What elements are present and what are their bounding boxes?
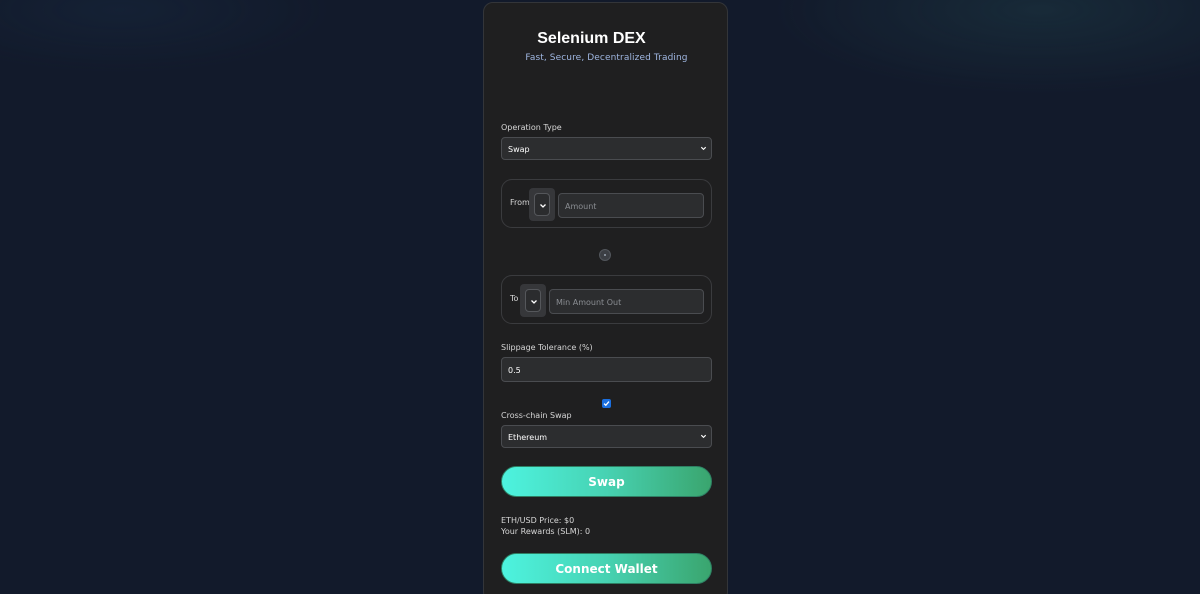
connect-wallet-button[interactable]: Connect Wallet bbox=[501, 553, 712, 584]
chevron-down-icon bbox=[700, 146, 707, 151]
chevron-down-icon bbox=[531, 300, 537, 304]
chevron-down-icon bbox=[700, 434, 707, 439]
from-amount-input[interactable]: Amount bbox=[558, 193, 704, 218]
cross-chain-label: Cross-chain Swap bbox=[501, 411, 572, 420]
operation-type-select[interactable]: Swap bbox=[501, 137, 712, 160]
from-token-box: From Amount bbox=[501, 179, 712, 228]
swap-button[interactable]: Swap bbox=[501, 466, 712, 497]
to-token-select[interactable] bbox=[520, 284, 546, 317]
operation-type-value: Swap bbox=[508, 145, 530, 154]
slippage-input[interactable]: 0.5 bbox=[501, 357, 712, 382]
dex-card: Selenium DEX Fast, Secure, Decentralized… bbox=[483, 2, 728, 594]
slippage-label: Slippage Tolerance (%) bbox=[501, 343, 593, 352]
checkmark-icon bbox=[603, 401, 610, 407]
min-amount-out-input[interactable]: Min Amount Out bbox=[549, 289, 704, 314]
to-token-select-inner bbox=[525, 289, 541, 312]
slippage-value: 0.5 bbox=[508, 366, 521, 375]
to-label: To bbox=[510, 294, 519, 303]
rewards-balance: Your Rewards (SLM): 0 bbox=[501, 527, 591, 536]
operation-type-label: Operation Type bbox=[501, 123, 562, 132]
app-title: Selenium DEX bbox=[537, 30, 646, 47]
chevron-down-icon bbox=[540, 204, 546, 208]
from-token-select-inner bbox=[534, 193, 550, 216]
from-label: From bbox=[510, 198, 530, 207]
from-amount-placeholder: Amount bbox=[565, 202, 597, 211]
cross-chain-checkbox[interactable] bbox=[602, 399, 611, 408]
cross-chain-value: Ethereum bbox=[508, 433, 548, 442]
swap-direction-button[interactable] bbox=[599, 249, 611, 261]
from-token-select[interactable] bbox=[529, 188, 555, 221]
to-token-box: To Min Amount Out bbox=[501, 275, 712, 324]
cross-chain-select[interactable]: Ethereum bbox=[501, 425, 712, 448]
min-amount-out-placeholder: Min Amount Out bbox=[556, 298, 622, 307]
app-subtitle: Fast, Secure, Decentralized Trading bbox=[525, 53, 688, 63]
eth-price: ETH/USD Price: $0 bbox=[501, 516, 575, 525]
